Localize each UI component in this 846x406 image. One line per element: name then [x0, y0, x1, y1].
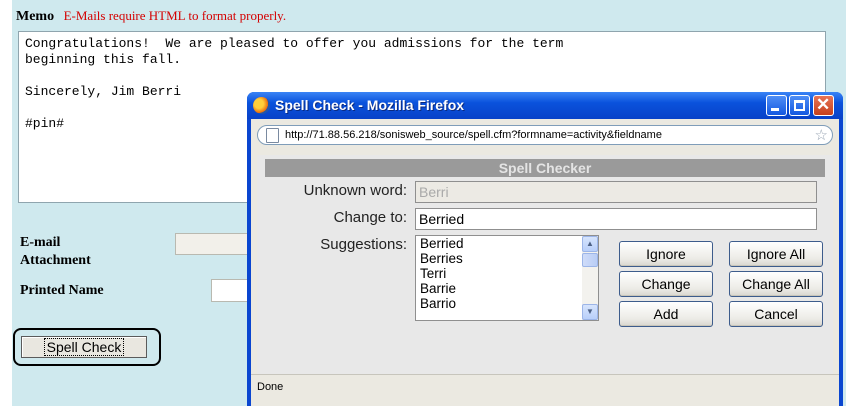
scroll-up-icon[interactable]: ▲ — [582, 236, 598, 252]
spell-checker-panel: Spell Checker Unknown word: Berri Change… — [257, 155, 833, 377]
suggestion-item[interactable]: Terri — [416, 266, 598, 281]
status-text: Done — [257, 381, 284, 393]
maximize-button[interactable] — [789, 95, 810, 116]
email-attachment-label-line1: E-mail — [20, 235, 61, 250]
spell-check-button[interactable]: Spell Check — [21, 336, 147, 358]
suggestions-scrollbar[interactable]: ▲ ▼ — [582, 236, 598, 320]
suggestion-item[interactable]: Berried — [416, 236, 598, 251]
page-icon — [266, 128, 279, 143]
window-titlebar[interactable]: Spell Check - Mozilla Firefox ✕ — [247, 92, 843, 119]
suggestion-item[interactable]: Barrie — [416, 281, 598, 296]
spell-check-window: Spell Check - Mozilla Firefox ✕ http://7… — [247, 92, 843, 406]
memo-note: E-Mails require HTML to format properly. — [63, 8, 287, 23]
change-to-input[interactable]: Berried — [415, 208, 817, 230]
change-button[interactable]: Change — [619, 271, 713, 297]
window-body: http://71.88.56.218/sonisweb_source/spel… — [251, 119, 839, 406]
address-bar[interactable]: http://71.88.56.218/sonisweb_source/spel… — [257, 125, 833, 145]
suggestion-item[interactable]: Berries — [416, 251, 598, 266]
bookmark-star-icon[interactable]: ☆ — [815, 126, 828, 144]
add-button[interactable]: Add — [619, 301, 713, 327]
change-all-button[interactable]: Change All — [729, 271, 823, 297]
minimize-icon — [771, 108, 779, 111]
firefox-icon — [253, 97, 270, 114]
email-attachment-field[interactable] — [175, 233, 257, 255]
left-margin — [0, 0, 12, 406]
cancel-button[interactable]: Cancel — [729, 301, 823, 327]
spell-check-button-label: Spell Check — [43, 338, 125, 356]
ignore-button[interactable]: Ignore — [619, 241, 713, 267]
suggestions-label: Suggestions: — [320, 236, 407, 253]
email-attachment-label: E-mail Attachment — [20, 234, 91, 270]
unknown-word-label: Unknown word: — [303, 182, 407, 199]
suggestions-list[interactable]: Berried Berries Terri Barrie Barrio ▲ ▼ — [415, 235, 599, 321]
email-attachment-label-line2: Attachment — [20, 253, 91, 268]
close-button[interactable]: ✕ — [813, 95, 834, 116]
status-bar: Done — [251, 374, 839, 399]
memo-label: Memo — [16, 9, 55, 24]
maximize-icon — [794, 100, 805, 111]
printed-name-label: Printed Name — [20, 283, 104, 298]
memo-header: Memo E-Mails require HTML to format prop… — [16, 8, 286, 25]
scroll-thumb[interactable] — [582, 253, 598, 267]
minimize-button[interactable] — [766, 95, 787, 116]
suggestion-item[interactable]: Barrio — [416, 296, 598, 311]
unknown-word-field: Berri — [415, 181, 817, 203]
scroll-down-icon[interactable]: ▼ — [582, 304, 598, 320]
close-icon: ✕ — [816, 95, 831, 114]
spell-checker-header: Spell Checker — [265, 159, 825, 177]
address-url: http://71.88.56.218/sonisweb_source/spel… — [285, 129, 662, 141]
window-title: Spell Check - Mozilla Firefox — [275, 97, 465, 113]
change-to-label: Change to: — [333, 209, 407, 226]
ignore-all-button[interactable]: Ignore All — [729, 241, 823, 267]
